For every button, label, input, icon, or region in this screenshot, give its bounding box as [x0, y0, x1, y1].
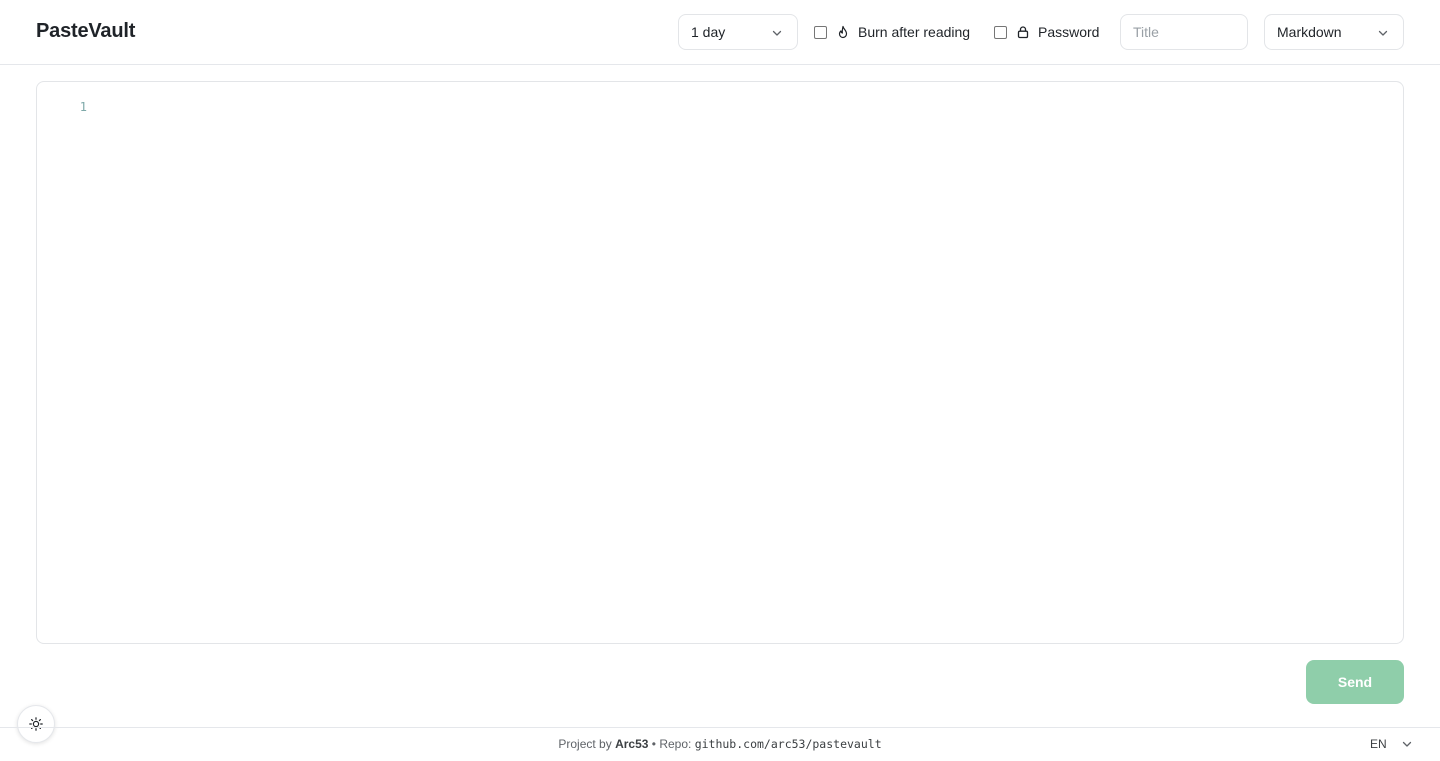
send-button[interactable]: Send: [1306, 660, 1404, 704]
expiry-select-value: 1 day: [691, 24, 726, 40]
burn-after-reading-toggle[interactable]: Burn after reading: [814, 22, 970, 42]
footer: Project by Arc53 • Repo: github.com/arc5…: [0, 727, 1440, 761]
code-editor[interactable]: 1: [36, 81, 1404, 644]
editor-text-area[interactable]: [95, 96, 1393, 633]
chevron-down-icon: [1378, 30, 1388, 36]
format-select[interactable]: Markdown: [1264, 14, 1404, 50]
footer-credits: Project by Arc53 • Repo: github.com/arc5…: [0, 737, 1440, 751]
chevron-down-icon: [1402, 741, 1411, 747]
line-number: 1: [79, 100, 87, 114]
title-input[interactable]: [1120, 14, 1248, 50]
chevron-down-icon: [772, 30, 782, 36]
line-number-gutter: 1: [37, 100, 87, 114]
top-bar: PasteVault 1 day Burn after reading Pass…: [0, 0, 1440, 65]
footer-separator: •: [651, 737, 656, 751]
password-checkbox[interactable]: [994, 25, 1007, 39]
burn-after-reading-checkbox[interactable]: [814, 25, 827, 39]
password-toggle[interactable]: Password: [994, 22, 1099, 42]
repo-link[interactable]: github.com/arc53/pastevault: [695, 737, 882, 751]
lock-icon: [1017, 26, 1029, 39]
format-select-value: Markdown: [1277, 24, 1342, 40]
author-link[interactable]: Arc53: [615, 737, 648, 751]
language-select[interactable]: EN: [1370, 737, 1413, 751]
flame-icon: [838, 25, 848, 39]
expiry-select[interactable]: 1 day: [678, 14, 798, 50]
repo-prefix: Repo:: [659, 737, 692, 751]
burn-after-reading-label: Burn after reading: [858, 24, 971, 40]
language-value: EN: [1370, 737, 1387, 751]
app-logo[interactable]: PasteVault: [36, 20, 135, 43]
project-prefix: Project by: [558, 737, 612, 751]
password-label: Password: [1038, 24, 1100, 40]
